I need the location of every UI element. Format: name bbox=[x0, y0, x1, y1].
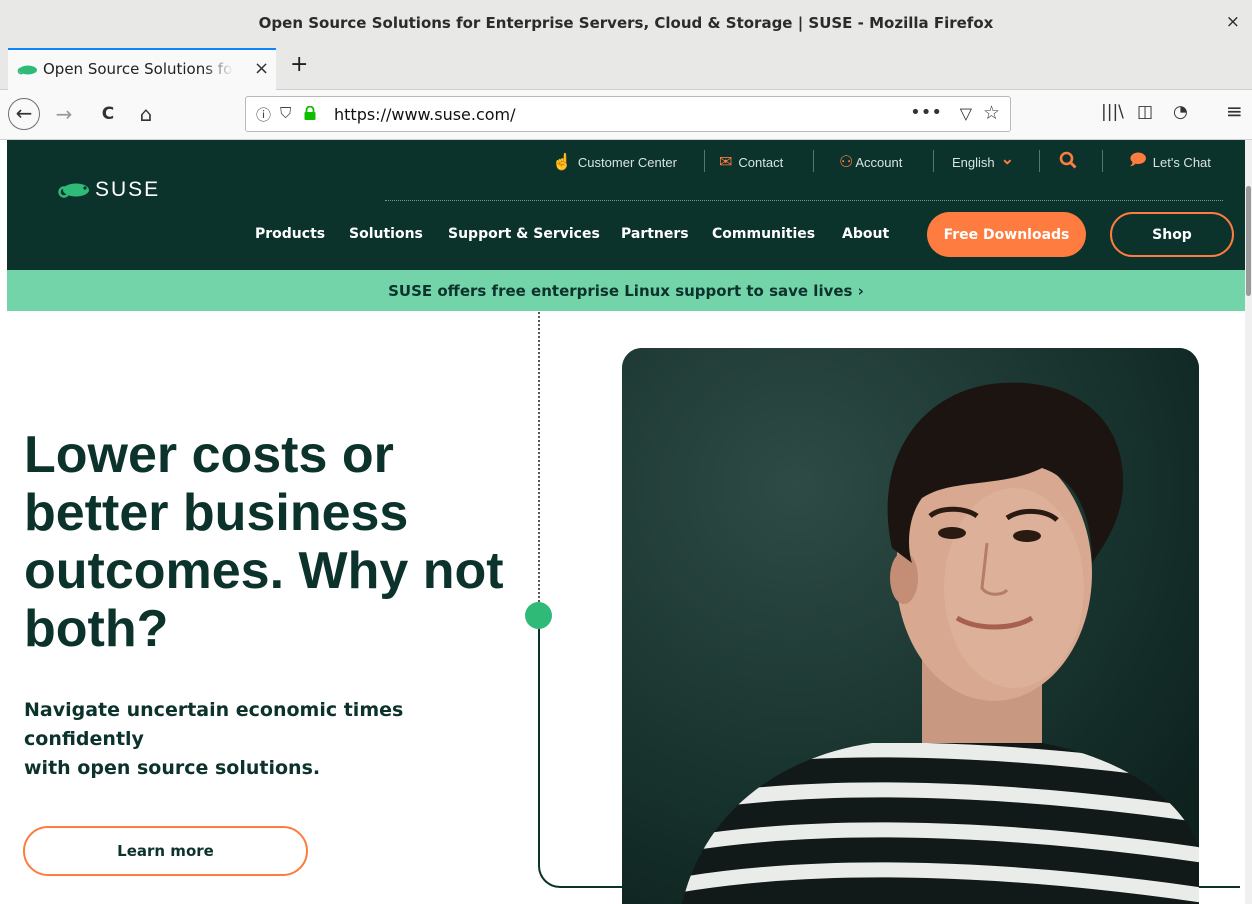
hero-subtitle-line: with open source solutions. bbox=[24, 757, 321, 779]
user-icon: ⚇ bbox=[839, 154, 854, 171]
bookmark-star-icon[interactable]: ☆ bbox=[983, 102, 1000, 124]
account-label: Account bbox=[855, 154, 903, 170]
tab-title: Open Source Solutions for Enterprise Ser… bbox=[43, 60, 233, 78]
hero-subtitle: Navigate uncertain economic times confid… bbox=[24, 696, 484, 783]
secure-lock-icon bbox=[304, 106, 316, 120]
lets-chat-link[interactable]: 🗩 Let's Chat bbox=[1129, 152, 1211, 172]
free-downloads-button[interactable]: Free Downloads bbox=[927, 212, 1086, 257]
hero-subtitle-line: Navigate uncertain economic times confid… bbox=[24, 699, 404, 750]
window-title: Open Source Solutions for Enterprise Ser… bbox=[258, 14, 994, 32]
reload-button[interactable]: C bbox=[92, 98, 124, 130]
back-button[interactable]: ← bbox=[8, 98, 40, 130]
tab-close-button[interactable]: × bbox=[254, 58, 269, 79]
utility-divider bbox=[1102, 150, 1103, 172]
window-titlebar: Open Source Solutions for Enterprise Ser… bbox=[0, 0, 1252, 46]
nav-partners[interactable]: Partners bbox=[621, 226, 689, 242]
new-tab-button[interactable]: + bbox=[290, 52, 308, 77]
chevron-down-icon: ⌄ bbox=[1000, 151, 1015, 168]
hero-photo-illustration bbox=[622, 348, 1199, 904]
tracking-protection-shield-icon[interactable]: ⛉ bbox=[280, 104, 291, 122]
hand-pointer-icon: ☝ bbox=[552, 154, 572, 171]
account-link[interactable]: ⚇ Account bbox=[839, 152, 902, 172]
firefox-account-icon[interactable]: ◔ bbox=[1173, 102, 1188, 122]
nav-products[interactable]: Products bbox=[255, 226, 325, 242]
navigation-toolbar: ← → C ⌂ ⓘ ⛉ https://www.suse.com/ ••• ▽ … bbox=[0, 90, 1252, 140]
page-actions-icon[interactable]: ••• bbox=[910, 102, 942, 123]
timeline-solid-line bbox=[538, 614, 628, 888]
chameleon-logo-icon bbox=[58, 183, 89, 198]
logo-wordmark: SUSE bbox=[95, 178, 161, 201]
url-bar[interactable]: ⓘ ⛉ https://www.suse.com/ ••• ▽ ☆ bbox=[245, 96, 1011, 132]
search-button[interactable] bbox=[1059, 150, 1077, 170]
browser-tab-active[interactable]: Open Source Solutions for Enterprise Ser… bbox=[8, 48, 276, 90]
nav-about[interactable]: About bbox=[842, 226, 889, 242]
utility-divider bbox=[1039, 150, 1040, 172]
contact-link[interactable]: ✉ Contact bbox=[719, 152, 783, 172]
tab-strip: Open Source Solutions for Enterprise Ser… bbox=[0, 46, 1252, 90]
window-close-button[interactable]: × bbox=[1226, 12, 1240, 32]
site-info-icon[interactable]: ⓘ bbox=[256, 104, 271, 125]
announcement-banner[interactable]: SUSE offers free enterprise Linux suppor… bbox=[7, 270, 1245, 311]
contact-label: Contact bbox=[738, 154, 784, 170]
nav-solutions[interactable]: Solutions bbox=[349, 226, 423, 242]
chat-bubble-icon: 🗩 bbox=[1129, 151, 1147, 169]
hero-title: Lower costs or better business outcomes.… bbox=[24, 426, 504, 658]
pocket-icon[interactable]: ▽ bbox=[960, 104, 972, 123]
shop-button[interactable]: Shop bbox=[1110, 212, 1234, 257]
language-selector[interactable]: English ⌄ bbox=[952, 151, 1015, 172]
customer-center-label: Customer Center bbox=[577, 154, 677, 170]
learn-more-button[interactable]: Learn more bbox=[23, 826, 308, 876]
timeline-dotted-line bbox=[538, 312, 540, 614]
nav-communities[interactable]: Communities bbox=[712, 226, 815, 242]
utility-divider bbox=[933, 150, 934, 172]
scrollbar-thumb[interactable] bbox=[1246, 186, 1251, 296]
suse-favicon-icon bbox=[17, 65, 37, 75]
library-icon[interactable]: |||\ bbox=[1101, 102, 1124, 122]
search-icon bbox=[1059, 151, 1077, 169]
utility-divider bbox=[813, 150, 814, 172]
hamburger-menu-icon[interactable]: ≡ bbox=[1226, 99, 1243, 123]
envelope-icon: ✉ bbox=[719, 154, 733, 171]
utility-divider bbox=[704, 150, 705, 172]
lets-chat-label: Let's Chat bbox=[1152, 154, 1211, 170]
timeline-node bbox=[525, 602, 552, 629]
home-button[interactable]: ⌂ bbox=[130, 98, 162, 130]
forward-button[interactable]: → bbox=[48, 98, 80, 130]
customer-center-link[interactable]: ☝ Customer Center bbox=[552, 152, 677, 172]
page-scrollbar[interactable] bbox=[1245, 140, 1252, 904]
language-label: English bbox=[952, 154, 995, 170]
suse-logo[interactable]: SUSE bbox=[55, 178, 160, 202]
header-dotted-divider bbox=[385, 200, 1223, 201]
hero-photo bbox=[622, 348, 1199, 904]
nav-support-services[interactable]: Support & Services bbox=[448, 226, 600, 242]
site-header: SUSE ☝ Customer Center ✉ Contact ⚇ Accou… bbox=[7, 140, 1245, 270]
url-text: https://www.suse.com/ bbox=[334, 105, 516, 124]
sidebar-icon[interactable]: ◫ bbox=[1137, 102, 1153, 122]
